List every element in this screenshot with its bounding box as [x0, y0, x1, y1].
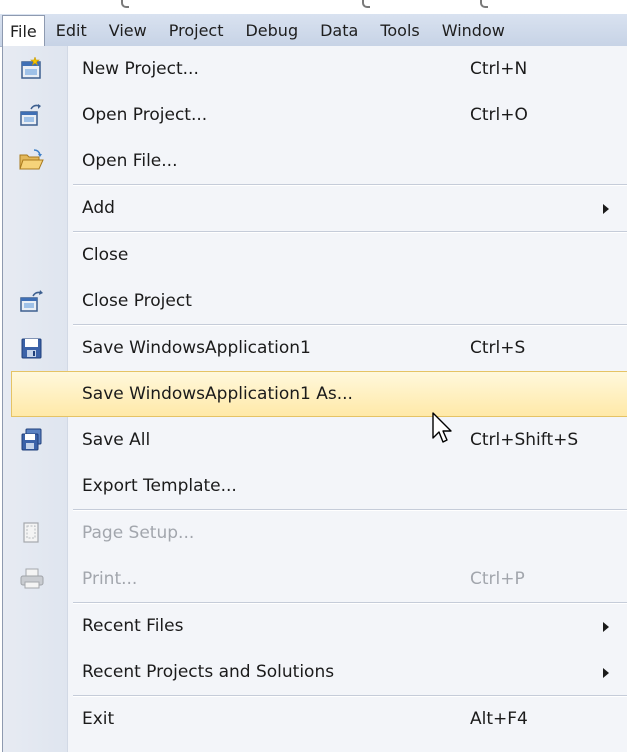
- new-project-icon: [19, 56, 45, 81]
- menu-item-label: New Project...: [82, 59, 199, 79]
- menu-item-open-file[interactable]: Open File...: [3, 138, 627, 184]
- menu-tools[interactable]: Tools: [369, 14, 430, 46]
- menu-item-exit[interactable]: Exit Alt+F4: [3, 696, 627, 742]
- menu-item-label: Exit: [82, 709, 115, 729]
- menu-item-label: Print...: [82, 569, 138, 589]
- menu-item-close[interactable]: Close: [3, 232, 627, 278]
- menu-debug[interactable]: Debug: [234, 14, 309, 46]
- menu-item-save-all[interactable]: Save All Ctrl+Shift+S: [3, 417, 627, 463]
- open-file-icon: [19, 149, 45, 173]
- menu-item-shortcut: Alt+F4: [470, 709, 528, 729]
- menu-item-label: Save WindowsApplication1 As...: [82, 384, 353, 404]
- file-menu-list: New Project... Ctrl+N Open Project... Ct…: [3, 46, 627, 742]
- save-all-icon: [19, 428, 45, 452]
- menu-item-new-project[interactable]: New Project... Ctrl+N: [3, 46, 627, 92]
- cutoff-glyph: [121, 0, 129, 8]
- menu-item-add[interactable]: Add: [3, 185, 627, 231]
- screenshot-root: File Edit View Project Debug Data Tools …: [0, 0, 627, 752]
- menu-bar: File Edit View Project Debug Data Tools …: [0, 14, 627, 47]
- menu-item-save[interactable]: Save WindowsApplication1 Ctrl+S: [3, 325, 627, 371]
- menu-item-shortcut: Ctrl+S: [470, 338, 526, 358]
- open-project-icon: [19, 103, 45, 127]
- menu-view[interactable]: View: [98, 14, 158, 46]
- menu-item-label: Save WindowsApplication1: [82, 338, 311, 358]
- close-project-icon: [19, 289, 45, 313]
- page-setup-icon: [19, 521, 45, 545]
- menu-item-shortcut: Ctrl+P: [470, 569, 525, 589]
- menu-item-label: Open File...: [82, 151, 178, 171]
- menu-item-shortcut: Ctrl+Shift+S: [470, 430, 579, 450]
- menu-item-label: Open Project...: [82, 105, 208, 125]
- menu-project[interactable]: Project: [158, 14, 235, 46]
- menu-item-label: Close: [82, 245, 129, 265]
- menu-item-label: Close Project: [82, 291, 192, 311]
- menu-item-open-project[interactable]: Open Project... Ctrl+O: [3, 92, 627, 138]
- menu-item-label: Add: [82, 198, 115, 218]
- menu-item-recent-files[interactable]: Recent Files: [3, 603, 627, 649]
- menu-item-save-as[interactable]: Save WindowsApplication1 As...: [11, 371, 627, 417]
- submenu-arrow-icon: [603, 622, 609, 632]
- top-cutoff-strip: [0, 0, 627, 14]
- submenu-arrow-icon: [603, 204, 609, 214]
- cutoff-glyph: [362, 0, 370, 8]
- menu-item-recent-projects[interactable]: Recent Projects and Solutions: [3, 649, 627, 695]
- menu-item-label: Recent Files: [82, 616, 184, 636]
- menu-item-page-setup: Page Setup...: [3, 510, 627, 556]
- menu-item-label: Recent Projects and Solutions: [82, 662, 335, 682]
- file-menu-dropdown: New Project... Ctrl+N Open Project... Ct…: [2, 46, 627, 752]
- menu-item-shortcut: Ctrl+O: [470, 105, 528, 125]
- cutoff-glyph: [480, 0, 488, 8]
- menu-item-label: Export Template...: [82, 476, 237, 496]
- menu-item-shortcut: Ctrl+N: [470, 59, 528, 79]
- menu-edit[interactable]: Edit: [45, 14, 98, 46]
- menu-window[interactable]: Window: [431, 14, 516, 46]
- menu-file[interactable]: File: [2, 15, 45, 47]
- menu-item-export-template[interactable]: Export Template...: [3, 463, 627, 509]
- submenu-arrow-icon: [603, 668, 609, 678]
- menu-item-label: Page Setup...: [82, 523, 195, 543]
- mouse-cursor-icon: [432, 412, 452, 443]
- menu-item-print: Print... Ctrl+P: [3, 556, 627, 602]
- menu-item-close-project[interactable]: Close Project: [3, 278, 627, 324]
- menu-item-label: Save All: [82, 430, 151, 450]
- print-icon: [19, 567, 45, 591]
- menu-data[interactable]: Data: [309, 14, 369, 46]
- save-icon: [19, 336, 45, 360]
